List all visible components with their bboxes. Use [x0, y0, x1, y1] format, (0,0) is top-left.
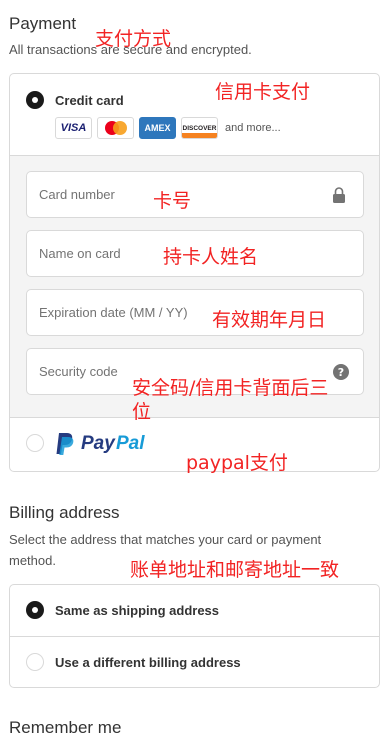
svg-text:?: ?: [338, 366, 344, 379]
annotation-billing: 账单地址和邮寄地址一致: [130, 559, 340, 581]
discover-stripe: [182, 133, 217, 138]
card-number-field[interactable]: [26, 171, 364, 218]
paypal-icon: [56, 433, 74, 455]
same-address-radio[interactable]: [26, 601, 44, 619]
billing-title: Billing address: [9, 503, 120, 522]
discover-icon: DISCOVER: [181, 117, 218, 139]
card-number-input[interactable]: [27, 172, 363, 217]
billing-options-panel: [9, 584, 380, 688]
same-address-label[interactable]: Same as shipping address: [55, 603, 219, 618]
lock-icon: [333, 187, 345, 203]
paypal-text-pay: Pay: [81, 433, 115, 454]
paypal-text-pal: Pal: [116, 433, 145, 454]
billing-divider: [10, 636, 379, 637]
paypal-radio[interactable]: [26, 434, 44, 452]
annotation-payment-method: 支付方式: [95, 28, 172, 50]
annotation-card-number: 卡号: [153, 190, 192, 212]
different-address-label[interactable]: Use a different billing address: [55, 655, 241, 670]
different-address-radio[interactable]: [26, 653, 44, 671]
visa-icon: VISA: [55, 117, 92, 139]
mastercard-icon: [97, 117, 134, 139]
discover-logo-text: DISCOVER: [182, 124, 217, 132]
credit-card-label[interactable]: Credit card: [55, 93, 124, 108]
amex-icon: AMEX: [139, 117, 176, 139]
annotation-expiration: 有效期年月日: [212, 309, 327, 331]
annotation-security-code-line1: 安全码/信用卡背面后三: [132, 377, 329, 399]
annotation-paypal: paypal支付: [186, 452, 288, 474]
annotation-security-code-line2: 位: [132, 401, 152, 423]
annotation-credit-card: 信用卡支付: [215, 81, 311, 103]
help-icon[interactable]: ?: [333, 364, 349, 380]
remember-me-title: Remember me: [9, 718, 122, 737]
more-cards-text: and more...: [225, 122, 281, 134]
annotation-name-on-card: 持卡人姓名: [163, 246, 259, 268]
payment-title: Payment: [9, 14, 77, 33]
credit-card-radio[interactable]: [26, 91, 44, 109]
